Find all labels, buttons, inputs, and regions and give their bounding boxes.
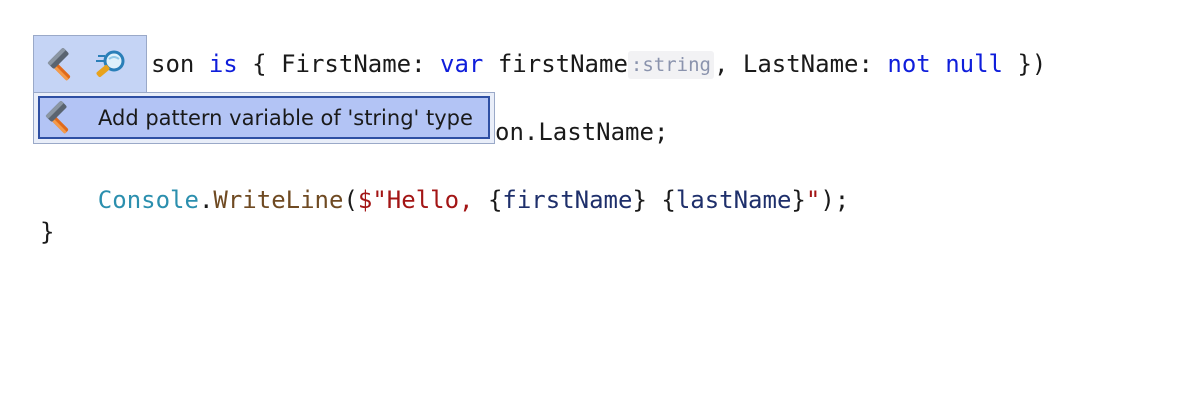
code-line-4[interactable]: } xyxy=(40,215,54,249)
hammer-icon xyxy=(42,100,76,135)
code-token-string-start: $"Hello, xyxy=(357,186,488,214)
code-token-paren-open: ( xyxy=(343,186,358,214)
code-token-variable-firstname: firstName xyxy=(497,50,628,78)
code-token-property-last: LastName: xyxy=(742,50,873,78)
code-token-brace: { xyxy=(252,50,267,78)
code-token-interp-firstname: firstName xyxy=(502,186,633,214)
type-inlay-hint: :string xyxy=(627,51,714,79)
code-token-class-console: Console xyxy=(97,186,199,214)
code-token-keyword-is: is xyxy=(208,50,238,78)
code-token-identifier: son xyxy=(151,50,195,78)
code-token-interp-open-1: { xyxy=(487,186,503,214)
code-token-paren-close: ); xyxy=(820,186,850,214)
code-token-interp-open-2: { xyxy=(661,186,676,214)
menu-item-label: Add pattern variable of 'string' type xyxy=(98,105,473,130)
code-token-interp-lastname: lastName xyxy=(675,186,792,214)
code-token-comma: , xyxy=(713,50,729,78)
hammer-icon[interactable] xyxy=(44,47,78,82)
code-token-dot: . xyxy=(198,186,214,214)
code-token-keyword-null: null xyxy=(945,50,1003,78)
code-token-method-writeline: WriteLine xyxy=(213,186,344,214)
code-token-brace-close: } xyxy=(40,218,55,246)
code-line-3[interactable]: Console.WriteLine($"Hello, {firstName} {… xyxy=(40,183,849,217)
code-editor[interactable]: son is { FirstName: var firstName:string… xyxy=(0,0,1200,400)
code-line-1[interactable]: son is { FirstName: var firstName:string… xyxy=(40,47,1046,81)
code-token-string-end: " xyxy=(805,186,821,214)
code-token-visible-tail: on.LastName; xyxy=(495,118,669,146)
action-bulb-bar[interactable] xyxy=(33,35,147,93)
code-token-string-space xyxy=(647,186,661,214)
code-token-keyword-var: var xyxy=(440,50,484,78)
inspect-icon[interactable] xyxy=(94,48,128,82)
context-action-popup[interactable]: Add pattern variable of 'string' type xyxy=(33,92,495,144)
code-token-interp-close-1: } xyxy=(632,186,647,214)
code-token-close: }) xyxy=(1017,50,1047,78)
menu-item-add-pattern-variable[interactable]: Add pattern variable of 'string' type xyxy=(38,96,490,139)
code-token-property-first: FirstName: xyxy=(281,50,426,78)
code-token-keyword-not: not xyxy=(887,50,931,78)
code-token-interp-close-2: } xyxy=(791,186,806,214)
